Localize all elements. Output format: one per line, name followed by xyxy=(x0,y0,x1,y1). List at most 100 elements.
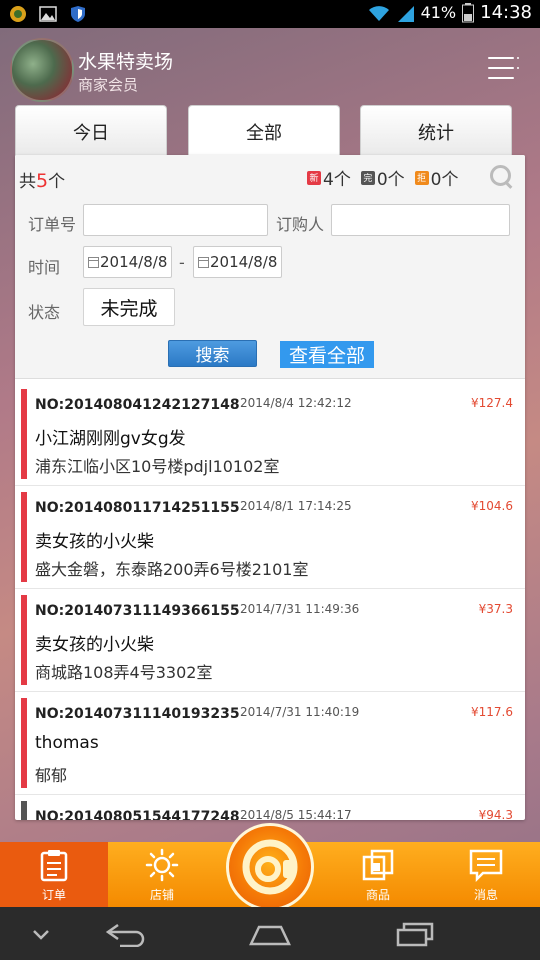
date-separator: - xyxy=(179,253,185,272)
date-from-field[interactable]: 2014/8/8 xyxy=(83,246,172,278)
date-to-value: 2014/8/8 xyxy=(210,253,278,271)
order-time: 2014/8/5 15:44:17 xyxy=(240,808,352,820)
order-item[interactable]: NO:201408011714251155 2014/8/1 17:14:25 … xyxy=(15,486,525,589)
order-time: 2014/7/31 11:40:19 xyxy=(240,705,360,719)
rejected-count-value: 0个 xyxy=(430,170,459,190)
clock: 14:38 xyxy=(480,2,532,23)
order-number: NO:201407311140193235 xyxy=(35,706,240,722)
order-number: NO:201408041242127148 xyxy=(35,397,240,413)
order-time: 2014/8/1 17:14:25 xyxy=(240,499,352,513)
new-count[interactable]: 新 4个 xyxy=(307,165,351,190)
search-panel: 共5个 新 4个 完 0个 拒 0个 订单号 订购人 时间 2014/8/8 -… xyxy=(15,155,525,379)
shop-avatar[interactable] xyxy=(10,38,74,102)
buyer-input[interactable] xyxy=(331,204,510,236)
nav-products-label: 商品 xyxy=(365,888,390,902)
order-address: 郁郁 xyxy=(35,766,68,785)
order-address: 盛大金磐，东泰路200弄6号楼2101室 xyxy=(35,560,309,579)
order-item[interactable]: NO:201408051544177248 2014/8/5 15:44:17 … xyxy=(15,795,525,820)
nav-orders[interactable]: 订单 xyxy=(0,842,108,907)
home-icon[interactable] xyxy=(248,921,292,947)
shield-notification-icon xyxy=(71,6,85,22)
nav-shop[interactable]: 店铺 xyxy=(108,842,216,907)
tab-all[interactable]: 全部 xyxy=(188,105,340,157)
order-status-bar xyxy=(21,698,27,788)
recent-apps-icon[interactable] xyxy=(394,921,436,947)
done-count[interactable]: 完 0个 xyxy=(360,165,405,190)
nav-orders-label: 订单 xyxy=(41,888,66,902)
order-list: NO:201408041242127148 2014/8/4 12:42:12 … xyxy=(15,383,525,820)
new-badge-icon: 新 xyxy=(307,170,321,185)
rejected-badge-icon: 拒 xyxy=(414,170,429,185)
order-number: NO:201407311149366155 xyxy=(35,603,240,619)
rejected-count[interactable]: 拒 0个 xyxy=(414,165,459,190)
order-no-label: 订单号 xyxy=(28,215,77,234)
shop-role: 商家会员 xyxy=(78,76,139,94)
total-count: 共5个 xyxy=(19,167,65,192)
order-item[interactable]: NO:201407311149366155 2014/7/31 11:49:36… xyxy=(15,589,525,692)
orders-card: 共5个 新 4个 完 0个 拒 0个 订单号 订购人 时间 2014/8/8 -… xyxy=(15,155,525,820)
tab-today[interactable]: 今日 xyxy=(15,105,167,157)
menu-icon[interactable] xyxy=(488,57,519,79)
order-price: ¥37.3 xyxy=(478,602,513,616)
calendar-icon xyxy=(88,256,99,268)
app-header: 水果特卖场 商家会员 xyxy=(0,28,540,106)
shop-icon xyxy=(145,848,179,882)
date-from-value: 2014/8/8 xyxy=(100,253,168,271)
order-address: 浦东江临小区10号楼pdjl10102室 xyxy=(35,457,280,476)
time-label: 时间 xyxy=(28,258,61,277)
nav-messages-label: 消息 xyxy=(473,888,498,902)
center-action-button[interactable] xyxy=(226,823,314,911)
view-all-button[interactable]: 查看全部 xyxy=(280,341,374,368)
date-to-field[interactable]: 2014/8/8 xyxy=(193,246,282,278)
order-address: 商城路108弄4号3302室 xyxy=(35,663,213,682)
order-buyer: 小江湖刚刚gv女g发 xyxy=(35,429,186,449)
status-label: 状态 xyxy=(28,303,61,322)
nav-messages[interactable]: 消息 xyxy=(432,842,540,907)
buyer-label: 订购人 xyxy=(276,215,325,234)
battery-icon xyxy=(462,2,475,22)
order-buyer: 卖女孩的小火柴 xyxy=(35,532,154,552)
tab-statistics[interactable]: 统计 xyxy=(360,105,512,157)
order-status-bar xyxy=(21,595,27,685)
order-no-input[interactable] xyxy=(83,204,268,236)
battery-percent: 41% xyxy=(420,3,457,22)
tab-all-label: 全部 xyxy=(246,122,282,144)
image-notification-icon xyxy=(39,6,57,22)
total-suffix: 个 xyxy=(48,172,66,192)
search-icon[interactable] xyxy=(488,163,514,189)
order-buyer: thomas xyxy=(35,733,99,753)
message-icon xyxy=(469,849,503,882)
order-price: ¥94.3 xyxy=(478,808,513,820)
signal-icon xyxy=(397,5,414,22)
nav-shop-label: 店铺 xyxy=(149,888,174,902)
order-buyer: 卖女孩的小火柴 xyxy=(35,635,154,655)
order-time: 2014/7/31 11:49:36 xyxy=(240,602,360,616)
order-number: NO:201408051544177248 xyxy=(35,809,240,820)
back-icon[interactable] xyxy=(104,921,148,947)
product-icon xyxy=(362,849,394,881)
order-price: ¥104.6 xyxy=(471,499,513,513)
order-item[interactable]: NO:201408041242127148 2014/8/4 12:42:12 … xyxy=(15,383,525,486)
app-notification-icon xyxy=(10,6,26,22)
status-select[interactable]: 未完成 xyxy=(83,288,175,326)
search-button[interactable]: 搜索 xyxy=(168,340,257,367)
order-status-bar xyxy=(21,492,27,582)
new-count-value: 4个 xyxy=(323,170,351,190)
order-number: NO:201408011714251155 xyxy=(35,500,240,516)
nav-products[interactable]: 商品 xyxy=(324,842,432,907)
order-item[interactable]: NO:201407311140193235 2014/7/31 11:40:19… xyxy=(15,692,525,795)
shop-name: 水果特卖场 xyxy=(78,51,174,73)
shop-logo-icon xyxy=(242,839,298,895)
done-badge-icon: 完 xyxy=(360,170,375,185)
status-bar: 41% 14:38 xyxy=(0,0,540,28)
order-time: 2014/8/4 12:42:12 xyxy=(240,396,352,410)
wifi-icon xyxy=(368,5,389,21)
total-prefix: 共 xyxy=(19,172,36,192)
system-nav-bar xyxy=(0,907,540,960)
total-number: 5 xyxy=(36,170,49,192)
done-count-value: 0个 xyxy=(376,170,405,190)
order-status-bar xyxy=(21,389,27,479)
order-icon xyxy=(40,850,68,882)
order-price: ¥127.4 xyxy=(471,396,513,410)
chevron-down-icon[interactable] xyxy=(30,921,52,947)
